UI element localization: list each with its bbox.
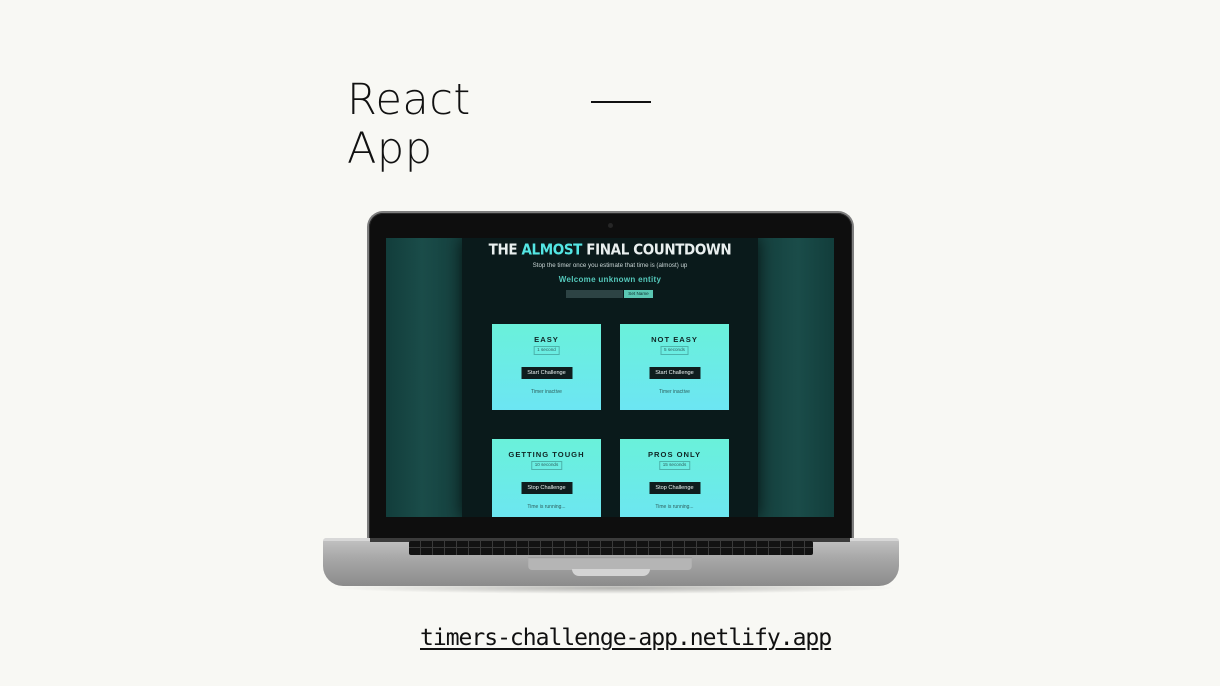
start-challenge-button[interactable]: Start Challenge: [521, 367, 572, 379]
laptop-keyboard: [409, 541, 813, 555]
card-title: NOT EASY: [651, 335, 698, 344]
slide-title: React App: [347, 76, 471, 174]
timer-status: Time is running...: [655, 504, 694, 510]
app-title-prefix: THE: [488, 241, 522, 259]
card-title: PROS ONLY: [647, 450, 702, 459]
card-time-badge: 10 seconds: [530, 461, 563, 470]
slide-title-line-1: React: [347, 75, 471, 125]
card-time-badge: 1 second: [533, 346, 560, 355]
laptop-screen: THE ALMOST FINAL COUNTDOWN Stop the time…: [386, 238, 834, 517]
app-title: THE ALMOST FINAL COUNTDOWN: [462, 241, 758, 259]
name-input[interactable]: [566, 290, 623, 298]
app-subtitle: Stop the timer once you estimate that ti…: [532, 262, 688, 269]
card-time-badge: 15 seconds: [658, 461, 691, 470]
card-title: EASY: [534, 335, 559, 344]
timer-status: Timer inactive: [659, 389, 690, 395]
card-time-badge: 5 seconds: [660, 346, 689, 355]
webcam: [608, 223, 613, 228]
card-title: GETTING TOUGH: [508, 450, 585, 459]
timer-status: Timer inactive: [531, 389, 562, 395]
app-title-suffix: FINAL COUNTDOWN: [582, 241, 732, 259]
welcome-message: Welcome unknown entity: [558, 275, 662, 284]
timer-status: Time is running...: [527, 504, 566, 510]
challenge-card-not-easy: NOT EASY 5 seconds Start Challenge Timer…: [620, 324, 729, 410]
app-title-highlight: ALMOST: [521, 241, 583, 259]
laptop-notch: [572, 569, 650, 576]
slide-title-line-2: App: [347, 124, 433, 174]
challenge-card-easy: EASY 1 second Start Challenge Timer inac…: [492, 324, 601, 410]
title-divider: [591, 101, 651, 103]
stop-challenge-button[interactable]: Stop Challenge: [521, 482, 572, 494]
challenge-card-getting-tough: GETTING TOUGH 10 seconds Stop Challenge …: [492, 439, 601, 517]
set-name-button[interactable]: Set Name: [624, 290, 653, 298]
start-challenge-button[interactable]: Start Challenge: [649, 367, 700, 379]
app-url-link[interactable]: timers-challenge-app.netlify.app: [420, 623, 832, 653]
stop-challenge-button[interactable]: Stop Challenge: [649, 482, 700, 494]
challenge-card-pros-only: PROS ONLY 15 seconds Stop Challenge Time…: [620, 439, 729, 517]
app-panel: THE ALMOST FINAL COUNTDOWN Stop the time…: [462, 238, 758, 517]
